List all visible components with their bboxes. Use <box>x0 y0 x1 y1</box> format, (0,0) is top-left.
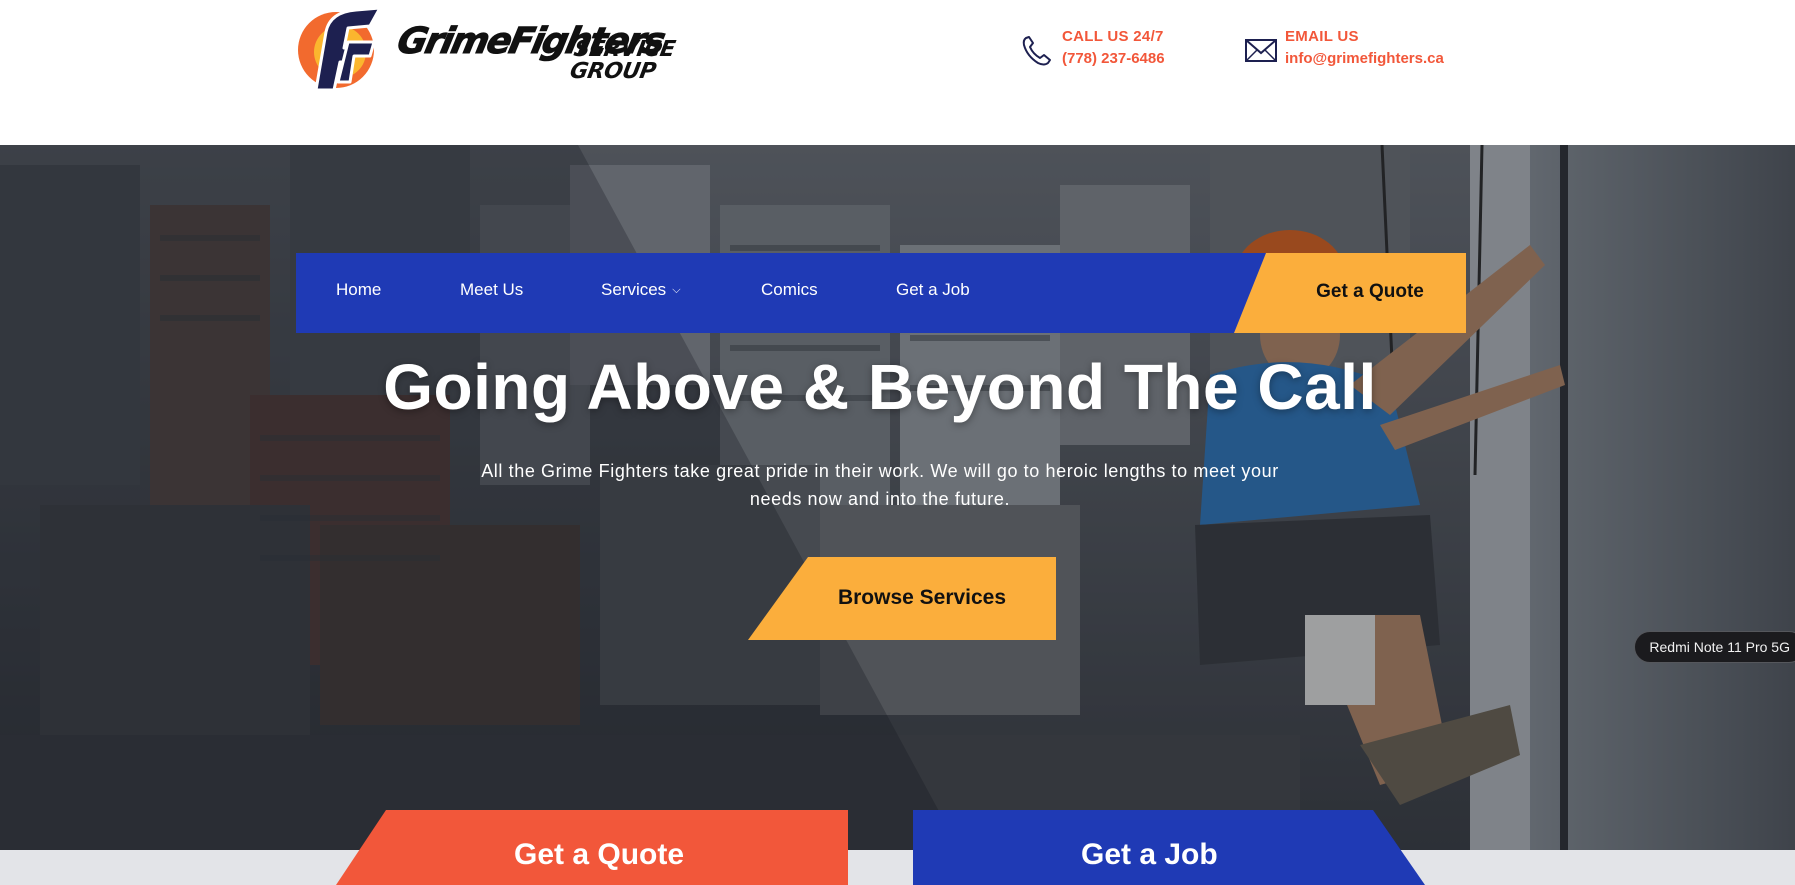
nav-comics[interactable]: Comics <box>761 280 818 300</box>
phone-icon <box>1022 36 1051 66</box>
gf-badge-logo <box>298 6 382 92</box>
get-a-quote-button[interactable]: Get a Quote <box>336 810 848 885</box>
phone-contact[interactable]: CALL US 24/7 (778) 237-6486 <box>1020 26 1200 72</box>
nav-get-a-job[interactable]: Get a Job <box>896 280 970 300</box>
main-navigation: Home Meet Us Services ⌵ Comics Get a Job … <box>296 253 1466 333</box>
hero-section: Home Meet Us Services ⌵ Comics Get a Job … <box>0 145 1795 850</box>
bottom-band <box>0 850 1795 885</box>
site-logo[interactable]: GrimeFighters SERVICE GROUP <box>296 0 736 100</box>
hero-subtitle: All the Grime Fighters take great pride … <box>481 461 1279 509</box>
nav-meet-us[interactable]: Meet Us <box>460 280 523 300</box>
site-header: GrimeFighters SERVICE GROUP CALL US 24/7… <box>0 0 1795 145</box>
hero-title: Going Above & Beyond The Call <box>383 351 1377 423</box>
email-label: EMAIL US <box>1285 28 1359 45</box>
get-a-quote-nav-button[interactable]: Get a Quote <box>1234 253 1466 333</box>
logo-sub-text: SERVICE GROUP <box>567 37 677 84</box>
email-address-link[interactable]: info@grimefighters.ca <box>1285 50 1444 67</box>
get-a-job-button[interactable]: Get a Job <box>913 810 1425 885</box>
envelope-icon <box>1245 39 1277 62</box>
nav-home[interactable]: Home <box>336 280 381 300</box>
chevron-down-icon: ⌵ <box>672 284 681 296</box>
email-contact[interactable]: EMAIL US info@grimefighters.ca <box>1243 26 1463 72</box>
phone-label: CALL US 24/7 <box>1062 28 1164 45</box>
device-watermark-tag: Redmi Note 11 Pro 5G <box>1634 631 1795 663</box>
nav-services[interactable]: Services ⌵ <box>601 280 681 300</box>
phone-number-link[interactable]: (778) 237-6486 <box>1062 50 1165 67</box>
